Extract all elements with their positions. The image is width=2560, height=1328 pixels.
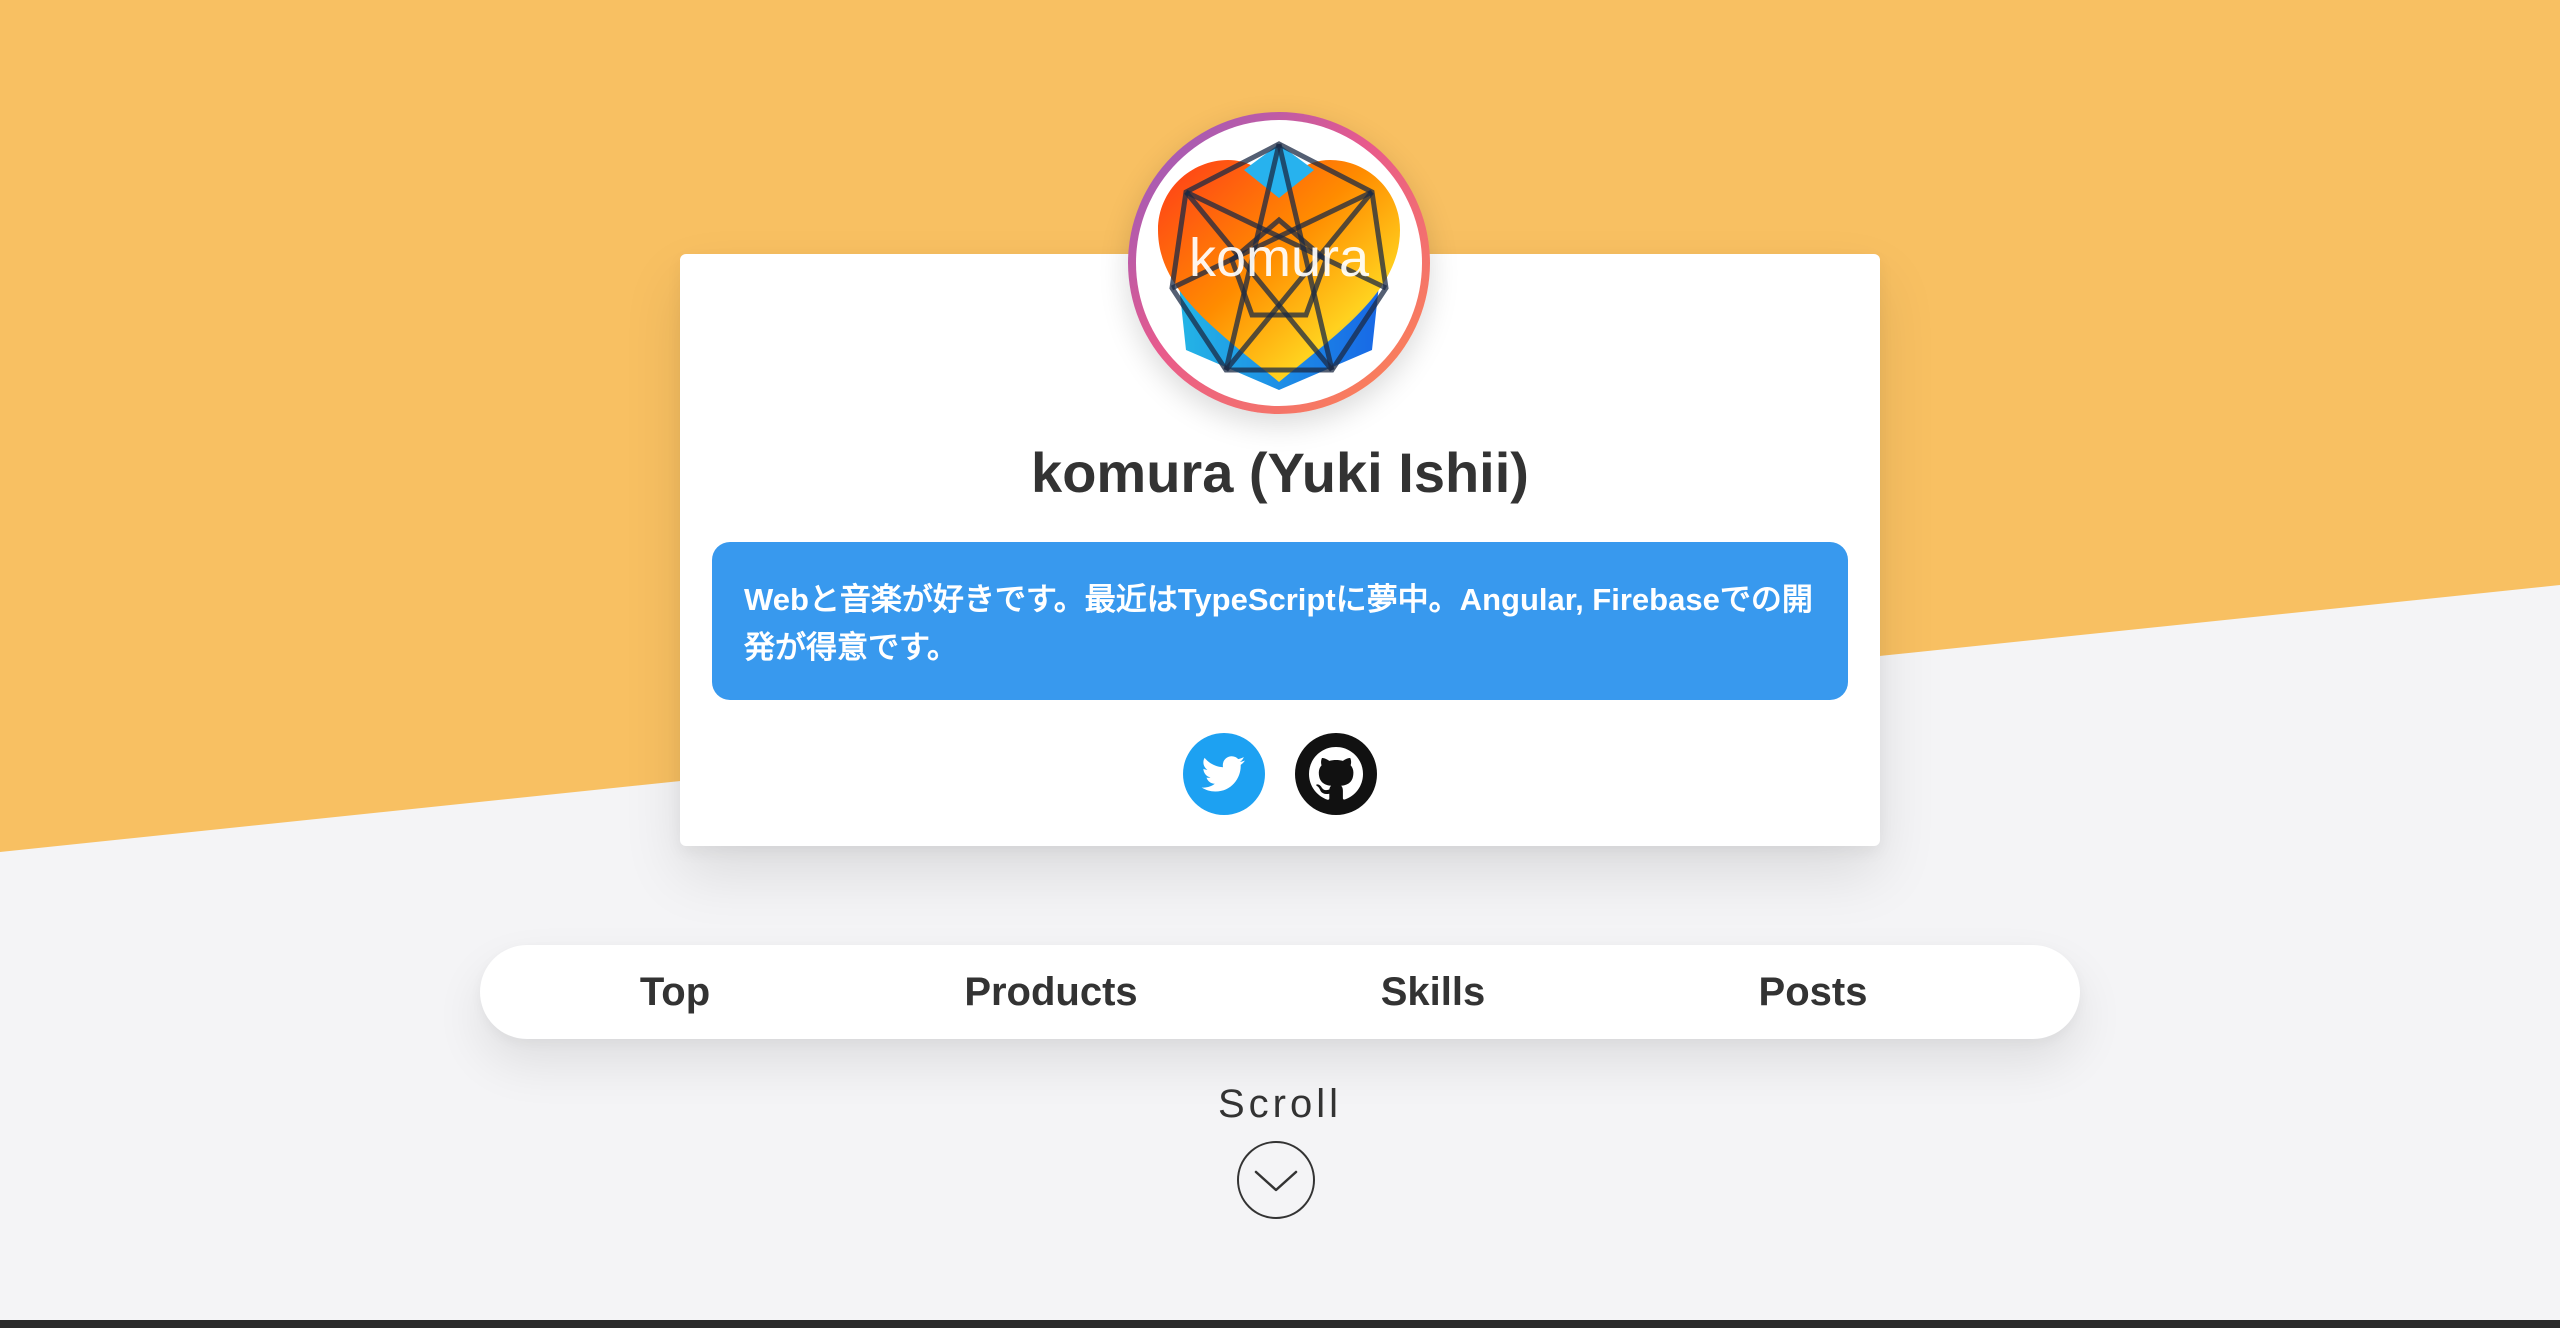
scroll-label: Scroll <box>1217 1082 1343 1126</box>
chevron-down-circle-icon <box>1237 1141 1315 1219</box>
nav-item-products[interactable]: Products <box>901 945 1201 1039</box>
nav-item-skills[interactable]: Skills <box>1283 945 1583 1039</box>
nav-item-top[interactable]: Top <box>525 945 825 1039</box>
nav-item-posts[interactable]: Posts <box>1663 945 1963 1039</box>
scroll-down-button[interactable] <box>1236 1140 1316 1220</box>
twitter-bird-icon <box>1201 756 1246 792</box>
avatar-text: komura <box>1189 228 1370 288</box>
github-octocat-icon <box>1309 747 1363 800</box>
avatar: komura <box>1128 112 1430 414</box>
profile-bio: Webと音楽が好きです。最近はTypeScriptに夢中。Angular, Fi… <box>712 542 1848 700</box>
twitter-link[interactable] <box>1183 733 1265 815</box>
window-bottom-edge <box>0 1320 2560 1328</box>
main-nav: Top Products Skills Posts <box>480 945 2080 1039</box>
profile-name: komura (Yuki Ishii) <box>1031 441 1529 504</box>
github-link[interactable] <box>1295 733 1377 815</box>
